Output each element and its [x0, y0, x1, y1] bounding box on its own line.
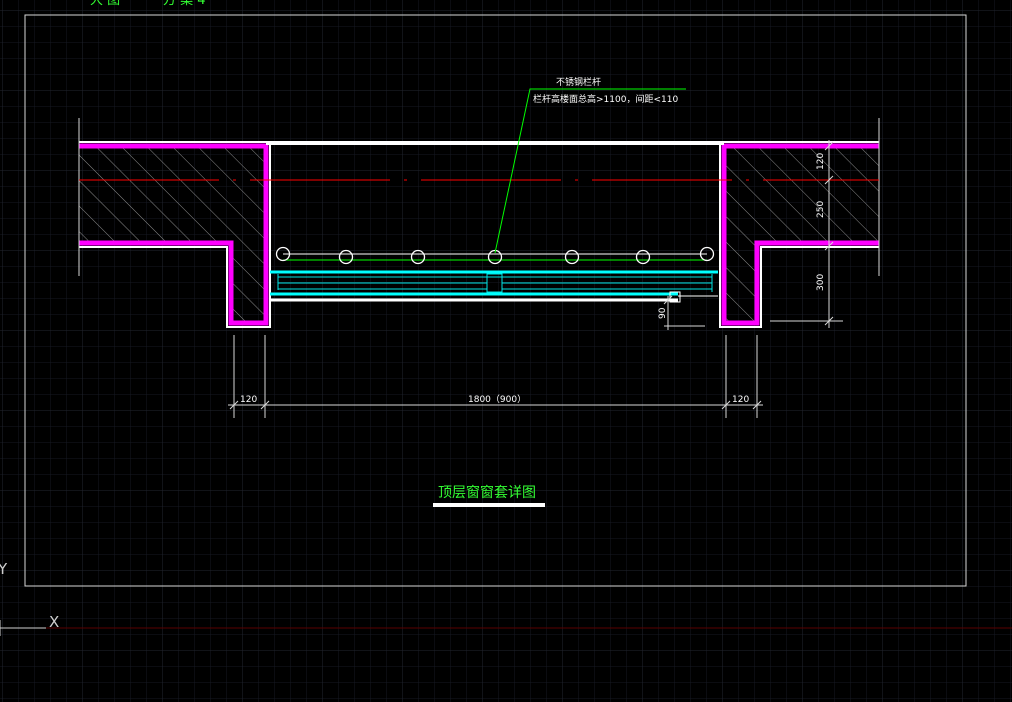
- dim-opening: 1800（900）: [468, 394, 526, 405]
- dim-right-top: 120: [816, 153, 826, 170]
- dim-right-low: 300: [816, 274, 826, 291]
- ucs-y-label: Y: [0, 560, 8, 578]
- top-label-left: 大 图: [90, 0, 120, 8]
- dim-right-wall: 120: [732, 395, 749, 405]
- dim-left-wall: 120: [240, 395, 257, 405]
- cad-drawing-canvas[interactable]: 大 图 方 案 4 不锈钢栏杆 栏杆高楼面总高>1100，间距<110 120 …: [0, 0, 1012, 702]
- callout-line-1: 不锈钢栏杆: [556, 76, 601, 88]
- top-label-right: 方 案 4: [163, 0, 206, 8]
- dim-sill: 90: [658, 307, 668, 319]
- drawing-title: 顶层窗窗套详图: [438, 484, 536, 501]
- dim-right-mid: 250: [816, 201, 826, 218]
- ucs-x-label: X: [49, 613, 59, 631]
- major-grid: [0, 0, 1012, 702]
- callout-line-2: 栏杆高楼面总高>1100，间距<110: [533, 93, 678, 105]
